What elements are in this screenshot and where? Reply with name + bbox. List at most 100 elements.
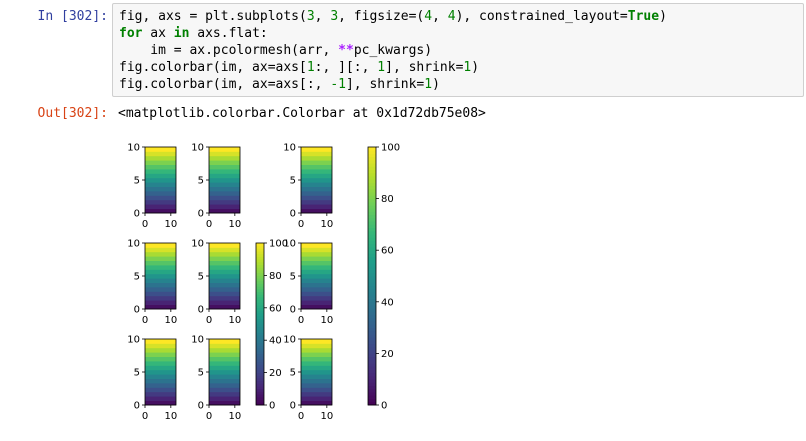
colorbar-segment [368,250,376,254]
colorbar-segment [368,308,376,312]
y-tick-label: 5 [198,176,204,187]
colorbar-segment [256,326,264,330]
code-cell-input[interactable]: fig, axs = plt.subplots(3, 3, figsize=(4… [112,3,804,97]
code-token: ) [659,9,667,24]
colorbar-segment [256,388,264,392]
colorbar-segment [256,243,264,247]
code-number: 1 [306,60,315,75]
heatmap-cell [145,260,176,266]
colorbar-segment [256,359,264,363]
y-tick-label: 10 [191,239,204,250]
y-tick-label: 0 [198,305,204,316]
code-token: :, ][:, [314,60,378,75]
colorbar-segment [368,282,376,287]
code-token: ) [432,77,440,92]
colorbar-segment [256,394,264,398]
x-tick-label: 10 [320,219,333,230]
colorbar-segment [368,182,376,187]
colorbar-segment [368,243,376,248]
x-tick-label: 10 [164,315,177,326]
colorbar-tick-label: 80 [381,194,394,205]
colorbar-segment [256,299,264,303]
colorbar-segment [256,291,264,295]
x-tick-label: 10 [164,219,177,230]
heatmap-cell [145,339,176,344]
colorbar-segment [256,380,264,384]
heatmap-cell [301,300,332,305]
heatmap-cell [209,295,240,301]
colorbar-segment [368,211,376,216]
y-tick-label: 10 [127,335,140,346]
colorbar-segment [256,334,264,338]
x-tick-label: 10 [228,411,241,422]
heatmap-cell [145,365,176,371]
heatmap-cell [209,151,240,157]
code-line-3: im = ax.pcolormesh(arr, **pc_kwargs) [119,42,432,59]
code-line-2: for ax in axs.flat: [119,25,268,42]
heatmap-cell [301,356,332,362]
y-tick-label: 0 [134,209,140,220]
colorbar-segment [256,297,264,301]
colorbar-tick-label: 60 [381,246,394,257]
y-tick-label: 10 [127,239,140,250]
colorbar-segment [368,314,376,319]
y-tick-label: 10 [191,335,204,346]
colorbar-segment [256,369,264,373]
colorbar-segment [368,253,376,258]
heatmap-cell [209,383,240,388]
heatmap-cell [301,155,332,161]
y-tick-label: 0 [290,305,296,316]
y-tick-label: 10 [191,143,204,154]
colorbar-segment [256,313,264,317]
colorbar-segment [368,150,376,154]
code-token: , [432,9,448,24]
colorbar-tick-label: 0 [269,401,275,412]
heatmap-cell [301,151,332,157]
heatmap-cell [209,352,240,357]
colorbar-segment [256,278,264,282]
heatmap-cell [209,169,240,174]
heatmap-cell [145,347,176,353]
heatmap-cell [301,243,332,248]
colorbar-segment [368,346,376,351]
code-token: fig, axs = plt.subplots( [119,9,307,24]
colorbar-segment [368,392,376,396]
heatmap-cell [209,269,240,275]
heatmap-cell [209,339,240,344]
colorbar-segment [368,298,376,303]
matplotlib-figure: 0 5 10 0 10 0 5 10 0 10 0 5 10 0 10 0 5 10 0 10 0 5 10 0 10 0 5 10 0… [118,135,418,429]
colorbar-segment [256,259,264,263]
heatmap-cell [145,391,176,397]
colorbar-segment [368,169,376,174]
colorbar-segment [256,267,264,271]
colorbar-segment [256,391,264,395]
x-tick-label: 10 [320,411,333,422]
heatmap-cell [145,352,176,357]
code-line-4: fig.colorbar(im, ax=axs[1:, ][:, 1], shr… [119,59,479,76]
heatmap-cell [209,251,240,257]
heatmap-cell [301,352,332,357]
colorbar-segment [368,176,376,180]
colorbar-segment [368,334,376,338]
colorbar-segment [368,156,376,161]
output-text: <matplotlib.colorbar.Colorbar at 0x1d72d… [118,106,486,121]
x-tick-label: 0 [142,219,148,230]
heatmap-cell [145,378,176,384]
y-tick-label: 5 [134,176,140,187]
heatmap-cell [301,191,332,196]
colorbar-segment [368,240,376,245]
y-tick-label: 0 [134,305,140,316]
heatmap-cell [301,169,332,174]
y-tick-label: 5 [134,272,140,283]
colorbar-segment [368,375,376,380]
heatmap-cell [209,387,240,393]
heatmap-cell [209,287,240,292]
y-tick-label: 0 [290,401,296,412]
heatmap-cell [209,204,240,209]
heatmap-cell [145,147,176,152]
heatmap-cell [209,155,240,161]
heatmap-cell [145,374,176,379]
heatmap-cell [209,282,240,288]
heatmap-cell [209,378,240,384]
colorbar-segment [368,269,376,274]
